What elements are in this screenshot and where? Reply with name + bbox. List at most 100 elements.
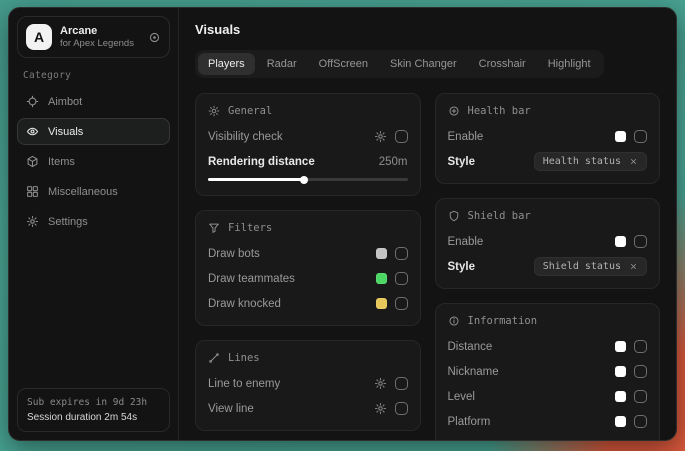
sidebar-item-label: Aimbot [48, 96, 82, 108]
close-icon[interactable] [629, 262, 638, 271]
setting-label: Visibility check [208, 131, 366, 143]
sidebar-item-miscellaneous[interactable]: Miscellaneous [17, 178, 170, 205]
style-select[interactable]: Health status [534, 152, 647, 171]
color-swatch[interactable] [615, 391, 626, 402]
app-window: A Arcane for Apex Legends Category Aimbo… [8, 7, 677, 441]
checkbox[interactable] [395, 377, 408, 390]
card-general: General Visibility check Rendering distanc… [195, 93, 421, 196]
subscription-box: Sub expires in 9d 23h Session duration 2… [17, 388, 170, 432]
row-settings-icon[interactable] [374, 402, 387, 415]
left-column: General Visibility check Rendering distanc… [195, 93, 421, 426]
color-swatch[interactable] [615, 416, 626, 427]
checkbox[interactable] [395, 402, 408, 415]
setting-row: Level [448, 386, 648, 407]
crosshair-icon [26, 95, 39, 108]
page-title: Visuals [195, 22, 660, 37]
checkbox[interactable] [634, 235, 647, 248]
card-header: Information [448, 315, 648, 327]
style-select-value: Health status [543, 156, 621, 167]
checkbox[interactable] [395, 272, 408, 285]
sidebar-item-visuals[interactable]: Visuals [17, 118, 170, 145]
line-icon [208, 352, 220, 364]
row-settings-icon[interactable] [374, 377, 387, 390]
card-shield-bar: Shield bar Enable Style Shield status [435, 198, 661, 289]
shield-icon [448, 210, 460, 222]
setting-row: Draw bots [208, 243, 408, 264]
style-select[interactable]: Shield status [534, 257, 647, 276]
setting-label: Line to enemy [208, 378, 366, 390]
grid-icon [26, 185, 39, 198]
color-swatch[interactable] [376, 273, 387, 284]
color-swatch[interactable] [376, 248, 387, 259]
health-icon [448, 105, 460, 117]
sidebar: A Arcane for Apex Legends Category Aimbo… [9, 8, 179, 440]
setting-label: Draw bots [208, 248, 368, 260]
card-title: Health bar [468, 105, 531, 117]
color-swatch[interactable] [615, 341, 626, 352]
category-label: Category [23, 70, 164, 81]
color-swatch[interactable] [615, 236, 626, 247]
close-icon[interactable] [629, 157, 638, 166]
setting-row: Platform [448, 411, 648, 432]
setting-row: Legend name [448, 436, 648, 440]
setting-label: Draw knocked [208, 298, 368, 310]
slider-row: Rendering distance250m [208, 151, 408, 181]
setting-label: Level [448, 391, 608, 403]
slider-fill [208, 178, 304, 181]
tab-radar[interactable]: Radar [257, 53, 307, 75]
row-settings-icon[interactable] [374, 130, 387, 143]
setting-label: Distance [448, 341, 608, 353]
slider-value: 250m [379, 156, 408, 168]
tab-players[interactable]: Players [198, 53, 255, 75]
card-title: Filters [228, 222, 272, 234]
sun-icon [208, 105, 220, 117]
checkbox[interactable] [395, 130, 408, 143]
checkbox[interactable] [634, 390, 647, 403]
target-icon[interactable] [148, 31, 161, 44]
setting-row: Draw knocked [208, 293, 408, 314]
tab-crosshair[interactable]: Crosshair [469, 53, 536, 75]
card-lines: Lines Line to enemy View line [195, 340, 421, 431]
card-title: General [228, 105, 272, 117]
color-swatch[interactable] [376, 298, 387, 309]
sidebar-item-aimbot[interactable]: Aimbot [17, 88, 170, 115]
card-health-bar: Health bar Enable Style Health status [435, 93, 661, 184]
checkbox[interactable] [395, 247, 408, 260]
tab-highlight[interactable]: Highlight [538, 53, 601, 75]
tab-offscreen[interactable]: OffScreen [309, 53, 378, 75]
sub-expires-text: Sub expires in 9d 23h [27, 397, 160, 408]
card-title: Lines [228, 352, 260, 364]
setting-label: Style [448, 261, 526, 273]
sidebar-item-label: Visuals [48, 126, 83, 138]
setting-label: Style [448, 156, 526, 168]
tab-skin-changer[interactable]: Skin Changer [380, 53, 467, 75]
sidebar-item-items[interactable]: Items [17, 148, 170, 175]
checkbox[interactable] [634, 365, 647, 378]
card-header: Health bar [448, 105, 648, 117]
right-column: Health bar Enable Style Health status Shield… [435, 93, 661, 426]
setting-row: Style Health status [448, 151, 648, 172]
slider-track[interactable] [208, 178, 408, 181]
color-swatch[interactable] [615, 366, 626, 377]
sidebar-item-settings[interactable]: Settings [17, 208, 170, 235]
app-logo: A [26, 24, 52, 50]
checkbox[interactable] [395, 297, 408, 310]
checkbox[interactable] [634, 130, 647, 143]
checkbox[interactable] [634, 340, 647, 353]
sidebar-item-label: Miscellaneous [48, 186, 118, 198]
main-content: Visuals PlayersRadarOffScreenSkin Change… [179, 8, 676, 440]
card-header: Lines [208, 352, 408, 364]
info-icon [448, 315, 460, 327]
checkbox[interactable] [634, 415, 647, 428]
sidebar-item-label: Items [48, 156, 75, 168]
slider-thumb[interactable] [300, 176, 308, 184]
setting-label: Enable [448, 131, 608, 143]
card-header: Shield bar [448, 210, 648, 222]
color-swatch[interactable] [615, 131, 626, 142]
setting-row: Visibility check [208, 126, 408, 147]
setting-row: Nickname [448, 361, 648, 382]
sidebar-nav: Aimbot Visuals Items Miscellaneous Settings [17, 88, 170, 238]
setting-row: Enable [448, 126, 648, 147]
setting-row: Enable [448, 231, 648, 252]
setting-row: View line [208, 398, 408, 419]
